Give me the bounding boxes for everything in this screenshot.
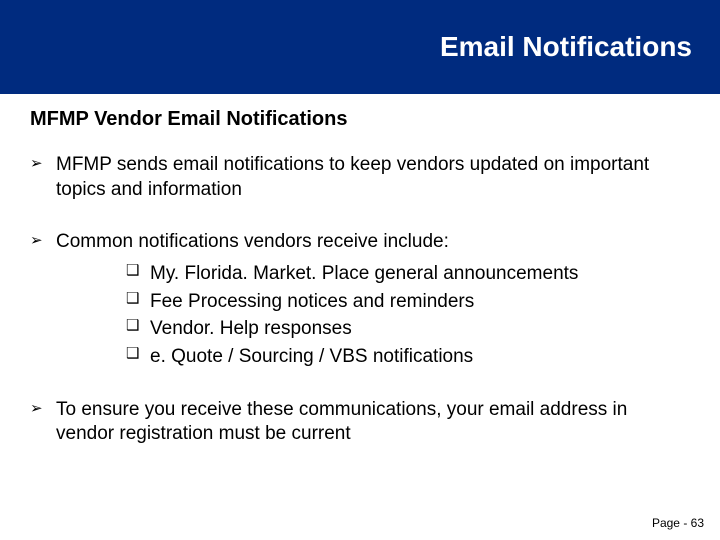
slide: Email Notifications MFMP Vendor Email No…	[0, 0, 720, 540]
header-band: Email Notifications	[0, 0, 720, 94]
bullet-text: To ensure you receive these communicatio…	[56, 399, 627, 445]
sub-bullet-item: Vendor. Help responses	[126, 316, 690, 342]
bullet-list: MFMP sends email notifications to keep v…	[30, 153, 690, 447]
content-area: MFMP Vendor Email Notifications MFMP sen…	[30, 108, 690, 475]
sub-bullet-item: My. Florida. Market. Place general annou…	[126, 261, 690, 287]
sub-bullet-item: e. Quote / Sourcing / VBS notifications	[126, 344, 690, 370]
bullet-item: Common notifications vendors receive inc…	[30, 230, 690, 369]
bullet-text: MFMP sends email notifications to keep v…	[56, 154, 649, 200]
sub-bullet-item: Fee Processing notices and reminders	[126, 289, 690, 315]
bullet-item: MFMP sends email notifications to keep v…	[30, 153, 690, 202]
sub-bullet-list: My. Florida. Market. Place general annou…	[56, 261, 690, 370]
slide-title: Email Notifications	[440, 31, 692, 63]
bullet-text: Common notifications vendors receive inc…	[56, 231, 449, 252]
subheading: MFMP Vendor Email Notifications	[30, 108, 690, 131]
page-number: Page - 63	[652, 516, 704, 530]
bullet-item: To ensure you receive these communicatio…	[30, 398, 690, 447]
